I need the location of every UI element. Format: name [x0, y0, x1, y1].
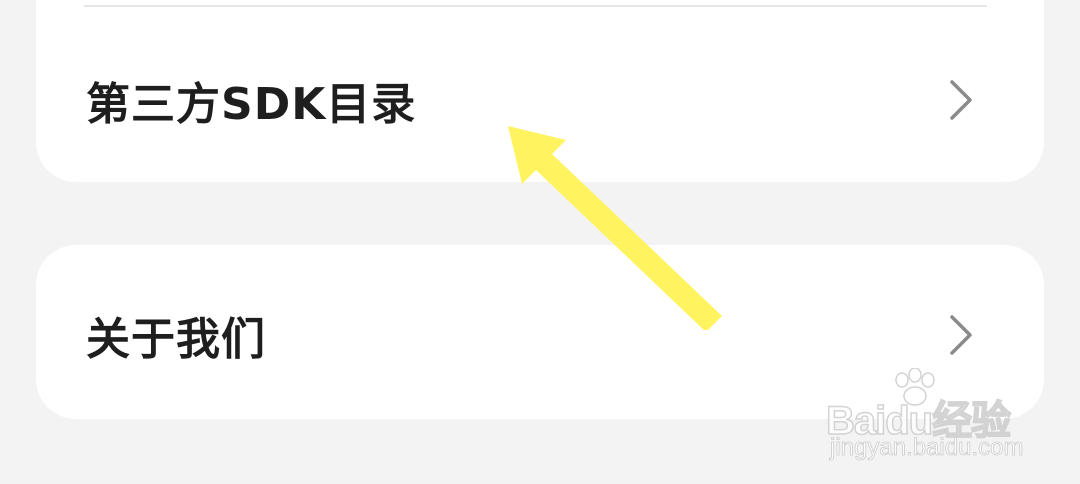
- menu-item-third-party-sdk[interactable]: 第三方SDK目录: [36, 35, 1044, 165]
- divider: [84, 5, 987, 7]
- settings-card-top: 第三方SDK目录: [36, 0, 1044, 182]
- watermark: Baidu经验 jingyan.baidu.com: [825, 368, 1026, 468]
- chevron-right-icon: [950, 315, 972, 355]
- watermark-url: jingyan.baidu.com: [830, 434, 1024, 462]
- chevron-right-icon: [950, 80, 972, 120]
- settings-page: 第三方SDK目录 关于我们 Baidu经验 jingyan.baidu.com: [0, 0, 1080, 484]
- menu-item-label: 第三方SDK目录: [86, 79, 417, 130]
- menu-item-label: 关于我们: [86, 314, 266, 365]
